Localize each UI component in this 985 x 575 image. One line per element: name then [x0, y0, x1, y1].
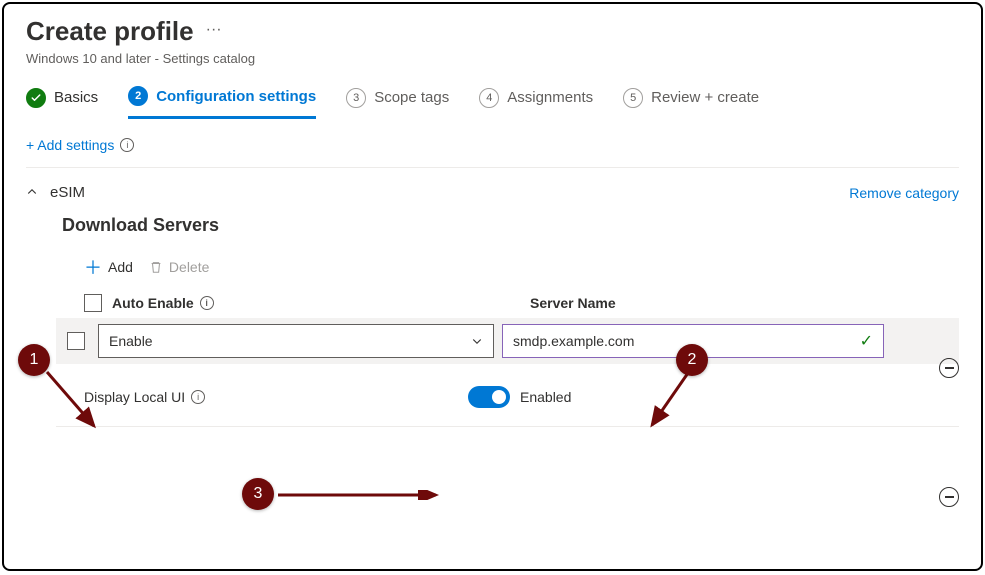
tab-review-create[interactable]: 5 Review + create — [623, 88, 759, 118]
callout-3: 3 — [242, 478, 274, 510]
toggle-state-label: Enabled — [520, 389, 571, 405]
tab-scope-tags[interactable]: 3 Scope tags — [346, 88, 449, 118]
tab-label: Basics — [54, 89, 98, 106]
page-subtitle: Windows 10 and later - Settings catalog — [26, 51, 959, 66]
info-icon[interactable]: i — [120, 138, 134, 152]
trash-icon — [149, 260, 163, 274]
display-local-ui-label: Display Local UI — [84, 389, 185, 405]
add-button[interactable]: ＋ Add — [84, 254, 133, 280]
auto-enable-dropdown[interactable]: Enable — [98, 324, 494, 358]
remove-category-link[interactable]: Remove category — [849, 185, 959, 201]
tab-label: Review + create — [651, 89, 759, 106]
toggle-knob — [492, 390, 506, 404]
callout-2: 2 — [676, 344, 708, 376]
delete-label: Delete — [169, 259, 209, 275]
column-header-server-name: Server Name — [530, 295, 616, 311]
info-icon[interactable]: i — [200, 296, 214, 310]
tab-label: Scope tags — [374, 89, 449, 106]
display-local-ui-toggle[interactable] — [468, 386, 510, 408]
row-checkbox[interactable] — [67, 332, 85, 350]
plus-icon: ＋ — [84, 254, 102, 280]
tab-basics[interactable]: Basics — [26, 88, 98, 118]
wizard-tabs: Basics 2 Configuration settings 3 Scope … — [26, 86, 959, 119]
delete-button: Delete — [149, 259, 209, 275]
add-settings-link[interactable]: + Add settings — [26, 137, 114, 153]
collapse-button[interactable] — [939, 487, 959, 507]
check-icon: ✓ — [860, 331, 873, 351]
table-row: Enable smdp.example.com ✓ — [56, 318, 959, 364]
divider — [26, 167, 959, 168]
step-number-icon: 2 — [128, 86, 148, 106]
chevron-up-icon[interactable] — [26, 185, 38, 201]
category-name: eSIM — [50, 184, 85, 201]
section-title: Download Servers — [62, 215, 959, 236]
step-number-icon: 4 — [479, 88, 499, 108]
more-icon[interactable]: ··· — [206, 21, 222, 43]
step-number-icon: 3 — [346, 88, 366, 108]
select-all-checkbox[interactable] — [84, 294, 102, 312]
check-icon — [26, 88, 46, 108]
collapse-button[interactable] — [939, 358, 959, 378]
divider — [56, 426, 959, 427]
chevron-down-icon — [471, 335, 483, 347]
column-header-auto-enable: Auto Enable — [112, 295, 194, 311]
add-label: Add — [108, 259, 133, 275]
info-icon[interactable]: i — [191, 390, 205, 404]
tab-label: Configuration settings — [156, 88, 316, 105]
page-title: Create profile — [26, 16, 194, 47]
tab-configuration-settings[interactable]: 2 Configuration settings — [128, 86, 316, 119]
input-value: smdp.example.com — [513, 333, 634, 349]
tab-assignments[interactable]: 4 Assignments — [479, 88, 593, 118]
dropdown-value: Enable — [109, 333, 153, 349]
step-number-icon: 5 — [623, 88, 643, 108]
callout-1: 1 — [18, 344, 50, 376]
tab-label: Assignments — [507, 89, 593, 106]
